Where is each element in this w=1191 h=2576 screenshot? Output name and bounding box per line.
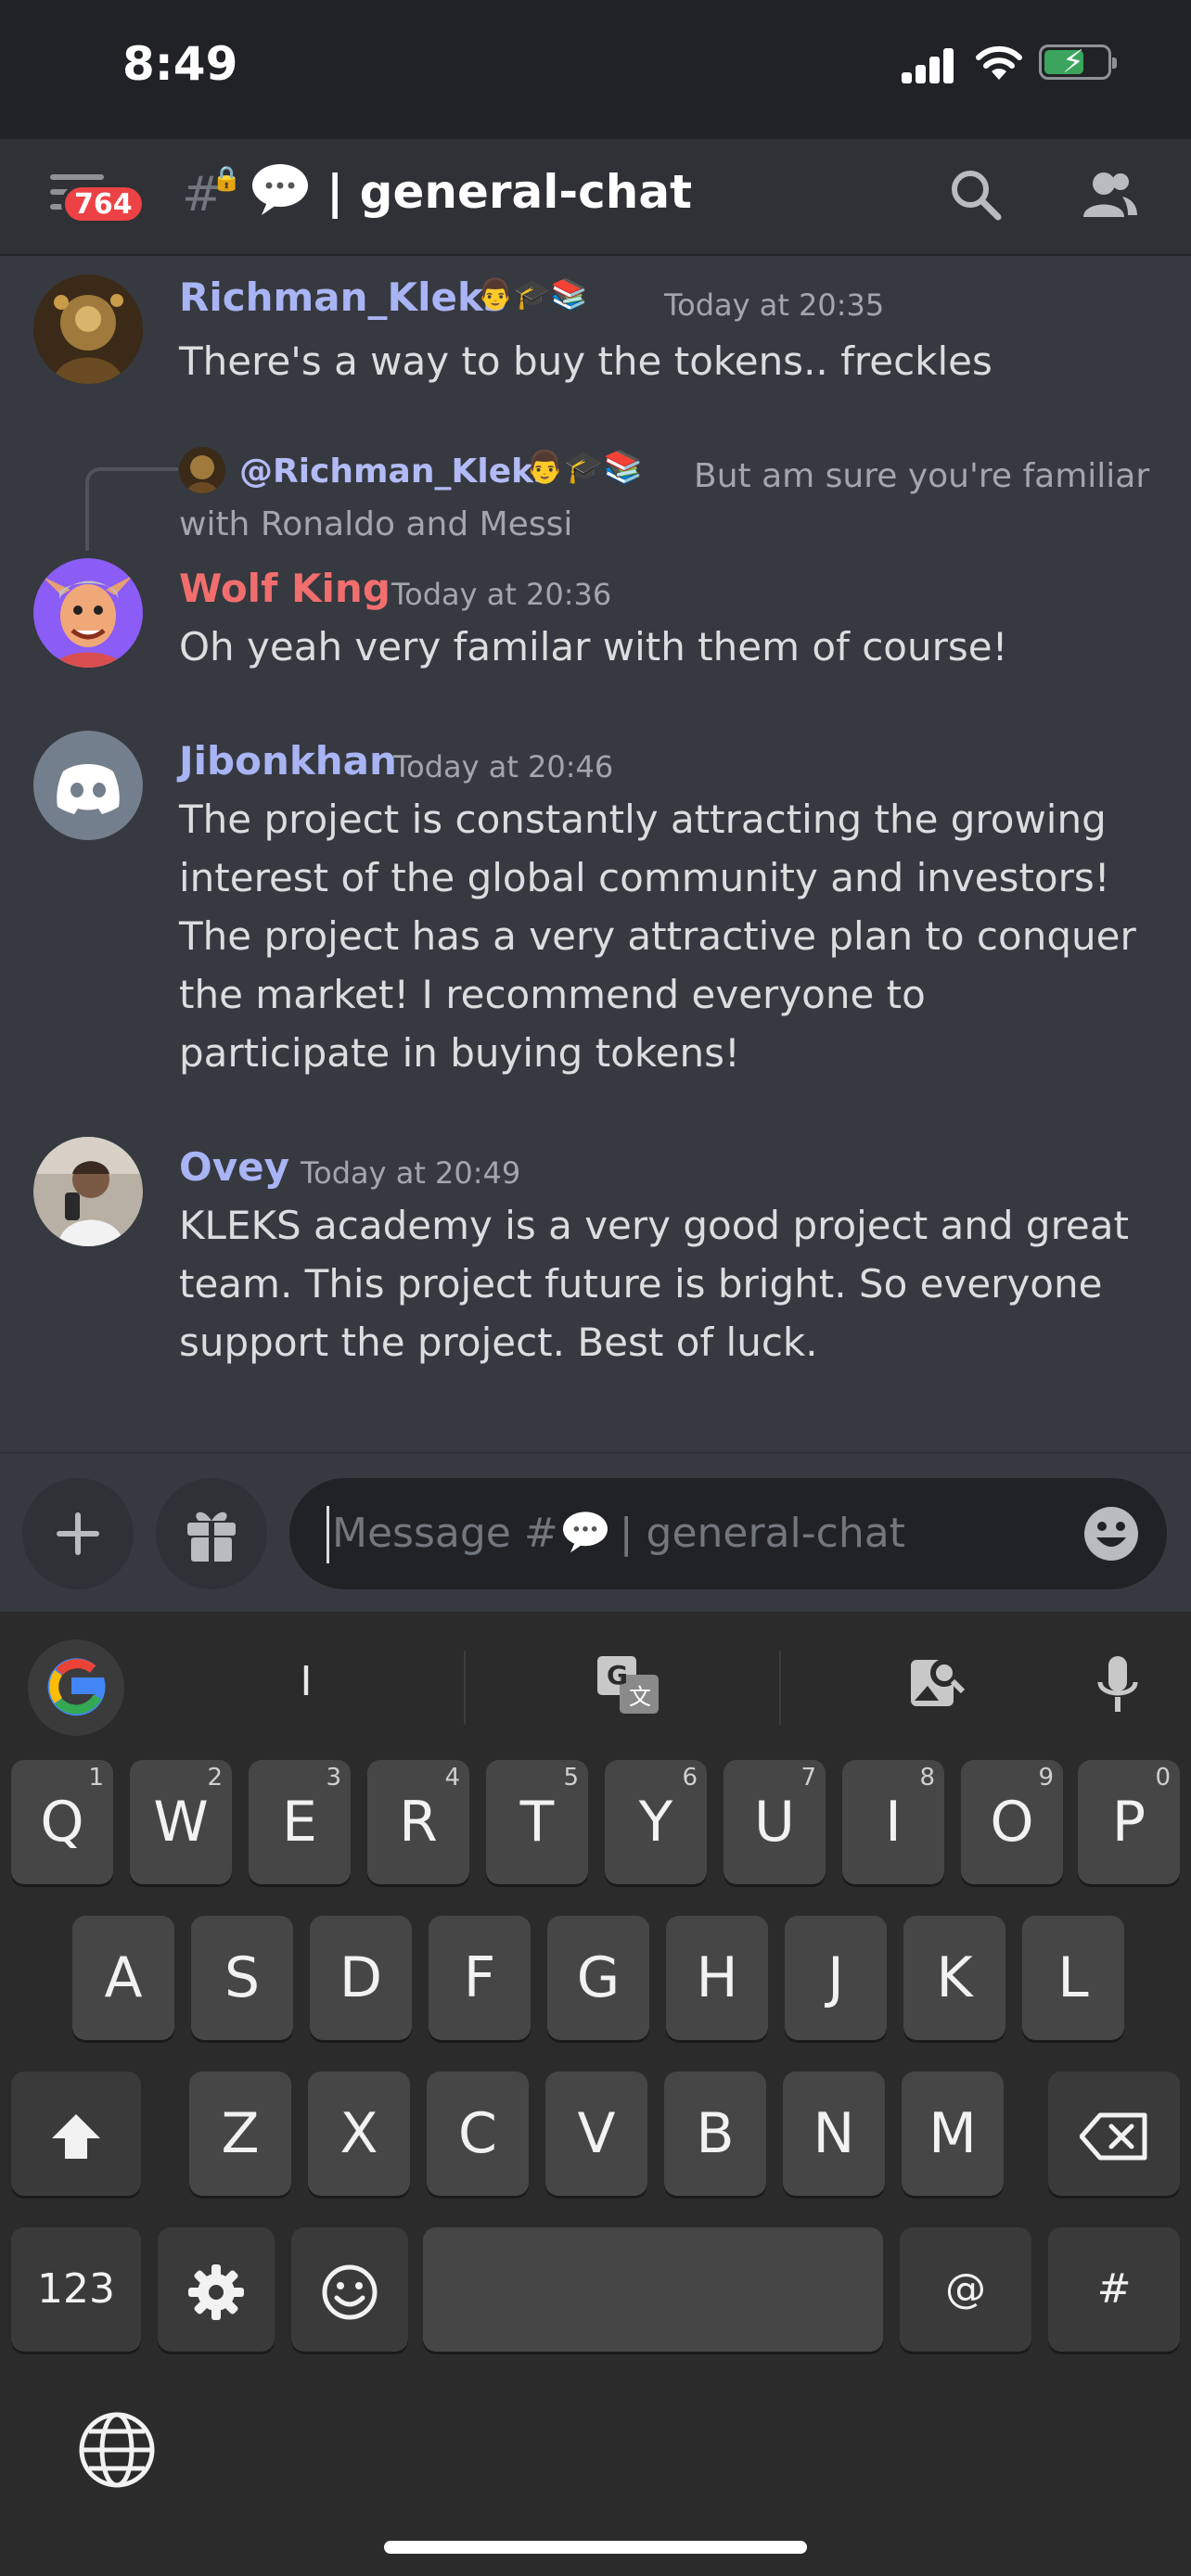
members-icon[interactable]: [1076, 163, 1141, 228]
status-time: 8:49: [122, 37, 238, 91]
message-list[interactable]: Richman_Kleks 👨🎓📚 Today at 20:35 There's…: [0, 256, 1191, 1452]
key-h[interactable]: H: [666, 1916, 768, 2040]
key-s[interactable]: S: [191, 1916, 293, 2040]
reply-mention[interactable]: @Richman_Kleks: [239, 453, 553, 491]
backspace-icon: [1079, 2112, 1147, 2161]
status-bar: 8:49 ⚡: [0, 0, 1191, 139]
lens-search-icon[interactable]: [907, 1652, 967, 1712]
key-i[interactable]: 8I: [842, 1760, 944, 1884]
message-text: The project is constantly attracting the…: [179, 797, 1136, 1076]
emoji-picker-icon[interactable]: [1082, 1504, 1141, 1563]
message-text: Oh yeah very familar with them of course…: [179, 624, 1008, 670]
message-timestamp: Today at 20:35: [664, 287, 885, 323]
gear-icon: [188, 2264, 244, 2321]
space-key[interactable]: [423, 2227, 883, 2352]
numbers-key[interactable]: 123: [11, 2227, 141, 2352]
svg-text:G: G: [607, 1660, 628, 1690]
reply-connector: [85, 467, 178, 551]
key-w[interactable]: 2W: [130, 1760, 232, 1884]
unread-badge: 764: [61, 184, 146, 224]
suggestion-word[interactable]: I: [278, 1658, 334, 1705]
settings-key[interactable]: [158, 2227, 275, 2352]
divider: [464, 1651, 466, 1725]
avatar[interactable]: [33, 558, 143, 668]
message-timestamp: Today at 20:36: [391, 577, 612, 612]
translate-icon[interactable]: G 文: [594, 1652, 662, 1717]
key-m[interactable]: M: [902, 2072, 1004, 2196]
at-key[interactable]: @: [900, 2227, 1031, 2352]
gift-icon: [187, 1511, 236, 1562]
search-icon[interactable]: [944, 163, 1009, 228]
key-g[interactable]: G: [547, 1916, 649, 2040]
hash-key[interactable]: #: [1048, 2227, 1180, 2352]
message-text: KLEKS academy is a very good project and…: [179, 1203, 1129, 1365]
key-t[interactable]: 5T: [486, 1760, 588, 1884]
message-timestamp: Today at 20:49: [301, 1155, 521, 1191]
key-e[interactable]: 3E: [249, 1760, 351, 1884]
avatar[interactable]: [33, 274, 143, 384]
message-input[interactable]: Message # | general-chat: [289, 1478, 1167, 1589]
keyboard: I G 文 1Q 2W 3E 4R 5T 6Y 7U 8I 9O 0P A S …: [0, 1612, 1191, 2576]
speech-bubble-icon: [252, 164, 308, 215]
text-caret: [327, 1506, 329, 1563]
channel-name: | general-chat: [327, 165, 693, 219]
suggestion-bar: I G 文: [0, 1612, 1191, 1760]
message-composer: Message # | general-chat: [0, 1452, 1191, 1613]
user-badges: 👨🎓📚: [477, 276, 588, 312]
divider: [779, 1651, 781, 1725]
message-text: There's a way to buy the tokens.. freckl…: [179, 338, 992, 384]
key-f[interactable]: F: [429, 1916, 531, 2040]
svg-text:文: 文: [629, 1684, 651, 1710]
key-u[interactable]: 7U: [724, 1760, 826, 1884]
key-q[interactable]: 1Q: [11, 1760, 113, 1884]
key-c[interactable]: C: [427, 2072, 529, 2196]
speech-bubble-icon: [562, 1511, 608, 1553]
globe-icon[interactable]: [76, 2409, 158, 2491]
key-k[interactable]: K: [903, 1916, 1005, 2040]
key-p[interactable]: 0P: [1078, 1760, 1180, 1884]
microphone-icon[interactable]: [1095, 1652, 1141, 1719]
key-d[interactable]: D: [310, 1916, 412, 2040]
wifi-icon: [976, 45, 1022, 80]
key-v[interactable]: V: [545, 2072, 647, 2196]
message-placeholder: Message # | general-chat: [332, 1510, 905, 1557]
shift-key[interactable]: [11, 2072, 141, 2196]
key-y[interactable]: 6Y: [605, 1760, 707, 1884]
cellular-signal-icon: [902, 46, 957, 83]
avatar[interactable]: [33, 1137, 143, 1246]
username[interactable]: Ovey: [179, 1144, 289, 1190]
key-z[interactable]: Z: [189, 2072, 291, 2196]
lock-icon: 🔒: [211, 165, 242, 193]
key-a[interactable]: A: [72, 1916, 174, 2040]
plus-icon: [57, 1512, 99, 1555]
smiley-icon: [322, 2264, 378, 2320]
key-b[interactable]: B: [664, 2072, 766, 2196]
emoji-key[interactable]: [291, 2227, 408, 2352]
key-l[interactable]: L: [1022, 1916, 1124, 2040]
key-n[interactable]: N: [783, 2072, 885, 2196]
key-r[interactable]: 4R: [367, 1760, 469, 1884]
message-timestamp: Today at 20:46: [393, 749, 614, 784]
google-icon[interactable]: [28, 1639, 124, 1736]
shift-icon: [52, 2114, 100, 2160]
key-x[interactable]: X: [308, 2072, 410, 2196]
backspace-key[interactable]: [1048, 2072, 1180, 2196]
gift-button[interactable]: [156, 1478, 267, 1589]
username[interactable]: Wolf King: [179, 566, 391, 611]
channel-header: 764 # 🔒 | general-chat: [0, 139, 1191, 256]
avatar[interactable]: [33, 731, 143, 840]
username[interactable]: Jibonkhan: [179, 738, 397, 784]
reply-user-badges: 👨🎓📚: [525, 449, 644, 486]
home-indicator[interactable]: [384, 2541, 807, 2554]
username[interactable]: Richman_Kleks: [179, 274, 506, 320]
key-o[interactable]: 9O: [961, 1760, 1063, 1884]
key-j[interactable]: J: [785, 1916, 887, 2040]
add-attachment-button[interactable]: [22, 1478, 134, 1589]
battery-icon: ⚡: [1039, 44, 1117, 81]
